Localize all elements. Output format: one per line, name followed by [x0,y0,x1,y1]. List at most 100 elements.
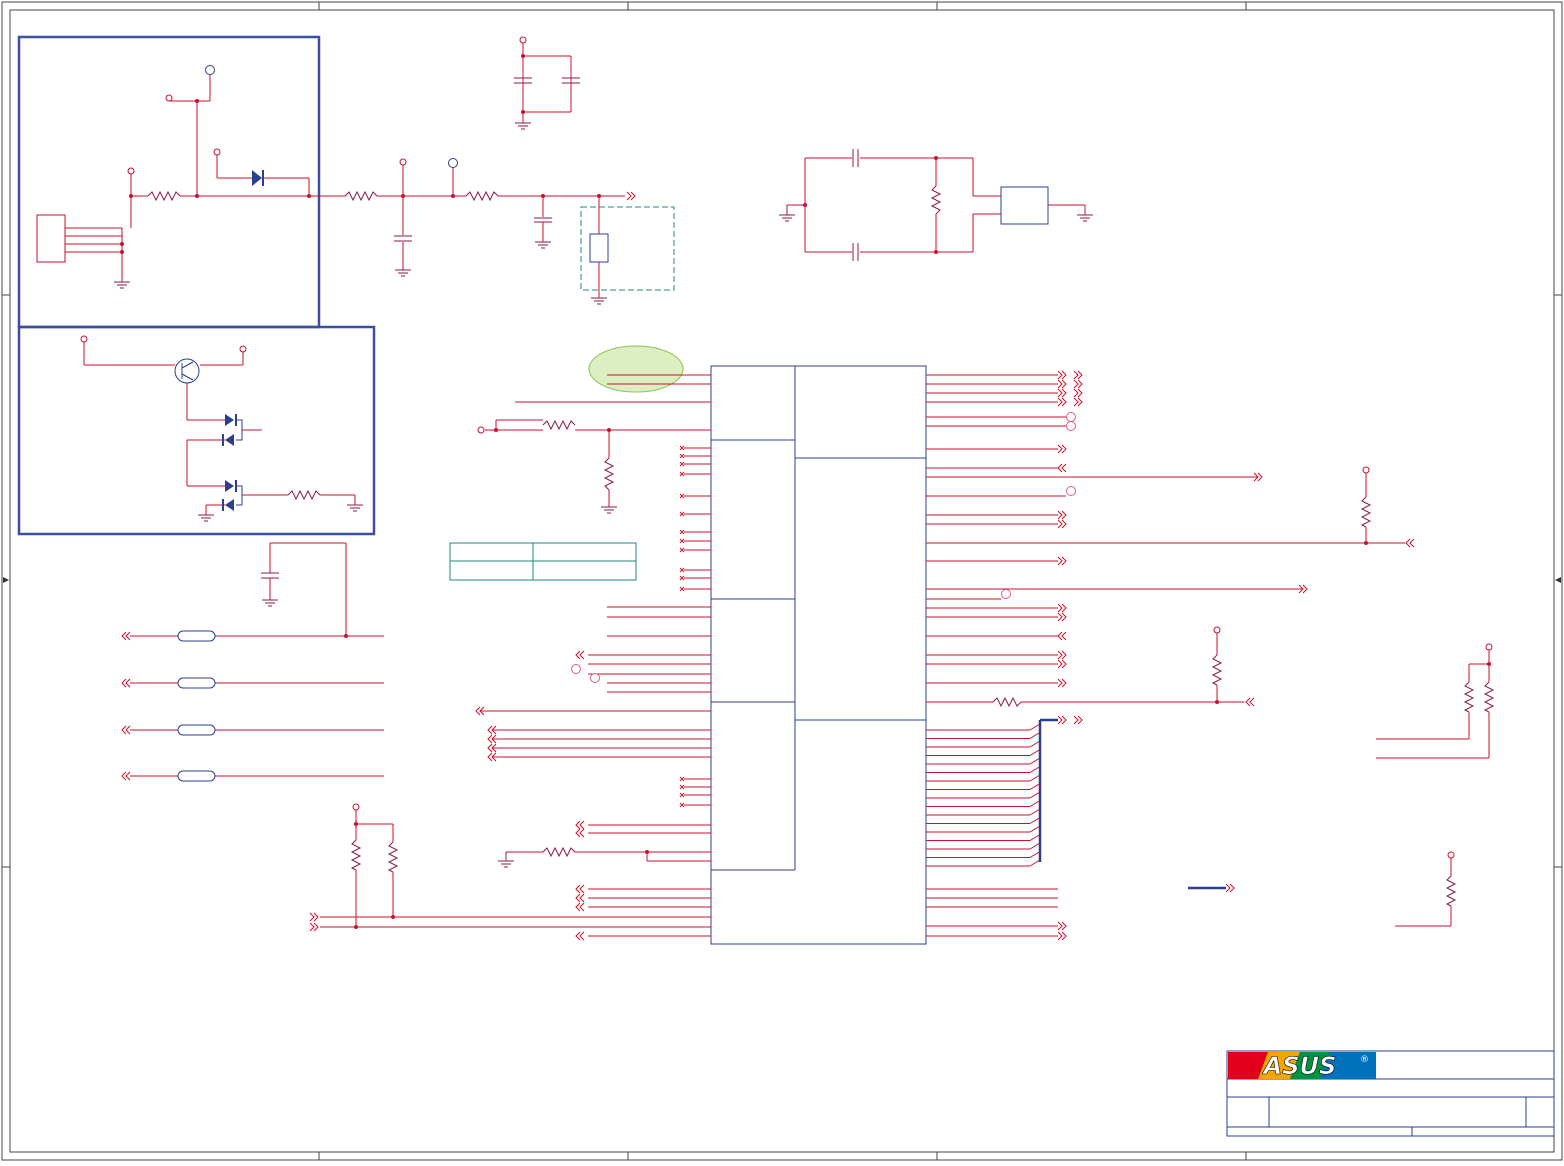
offpage-connector-icon [1057,556,1063,566]
bus-entry [1029,783,1041,790]
offpage-connector-icon [579,884,585,894]
highlight-annotation [588,345,684,393]
resistor-icon [603,457,615,491]
resistor-icon [542,846,576,858]
offpage-connector-icon [1057,388,1063,398]
bus-entry [1029,842,1041,850]
offpage-connector-icon [579,893,585,903]
capacitor-icon [514,77,580,84]
offpage-connector-icon [1061,631,1067,641]
transistor-icon [174,358,200,384]
ic-right-pins [926,370,1083,941]
ferrite-bead-icon [177,770,216,782]
resistor-icon [147,190,181,202]
title-block: ASUS ® [1226,1050,1555,1137]
config-table [449,542,637,581]
capacitor-icon [394,217,552,242]
offpage-connector-icon [309,912,319,932]
offpage-connector-icon [1057,510,1063,520]
resistor-icon [930,185,942,215]
diode-icon [252,170,264,186]
resistor-icon [1483,681,1495,713]
offpage-connector-icon [1073,388,1079,398]
bus-entry [1029,817,1041,824]
ferrite-bead-icon [177,724,216,736]
bus-entry [1029,791,1041,799]
offpage-connector-icon [1061,463,1067,473]
bus-entry [1029,851,1041,858]
bus-entry [1029,774,1041,782]
test-point-icon [448,158,458,168]
sheet-border [1,1,1563,1161]
offpage-connector-icon [1057,397,1063,407]
power-rail-icon [399,158,407,166]
right-side-nets [571,412,1495,927]
offpage-connector-icon [1057,921,1063,931]
bus-entry [1029,834,1041,841]
bus-entry [1029,800,1041,807]
ground-icon [601,506,617,514]
power-rail-icon [80,335,247,353]
test-point-icon [205,65,215,75]
offpage-connector-icon [579,902,585,912]
resistor-icon [344,190,378,202]
offpage-connector-icon [1057,659,1063,669]
offpage-connector-icon [1057,715,1063,725]
bus-entry [1029,825,1041,833]
power-rail-icon [519,36,527,44]
resistor-icon [465,190,499,202]
bottom-left-pullups [309,803,711,932]
offpage-connector-icon [579,820,585,830]
ic-left-pins [475,374,711,941]
ferrite-bead-icon [177,630,216,642]
resistor-icon [1211,654,1223,686]
teal-dashed-box [580,206,675,291]
bus-entry [1029,740,1041,748]
resistor-icon [387,841,399,873]
offpage-connector-icon [1057,678,1063,688]
ic-bus-pins [926,715,1083,867]
offpage-connector-icon [579,931,585,941]
schematic-drawing: ASUS ® [1,1,1563,1161]
power-rail-icon [1213,466,1493,859]
offpage-connector-icon [1057,931,1063,941]
offpage-connector-icon [1073,379,1079,389]
filter-chain [340,158,675,305]
zone-arrow-markers [3,577,1561,583]
bus-entry [1029,732,1041,739]
bus-entry [1029,808,1041,816]
schematic-sheet: ASUS ® [0,0,1564,1162]
capacitor-icon [852,149,859,261]
ferrite-bead-icon [177,677,216,689]
offpage-connector-icon [1057,603,1063,613]
transistor-protection-block [17,325,376,536]
test-point-icon [571,412,1076,683]
offpage-connector-icon [626,191,636,201]
offpage-connector-icon [125,725,131,735]
capacitor-icon [261,572,279,579]
ground-icon [395,241,607,305]
main-ic-symbol [710,365,927,945]
resistor-icon [287,489,321,501]
resistor-icon [1360,496,1372,528]
offpage-connector-icon [125,771,131,781]
ground-icon [114,281,130,289]
decoupling-capacitors [514,36,580,130]
resistor-icon [350,839,362,871]
fuse-component [589,233,609,263]
bus-entry [1029,766,1041,773]
offpage-connector-icon [125,678,131,688]
crystal-oscillator [779,149,1093,261]
offpage-connector-icon [1073,715,1079,725]
bus-entry [1029,859,1041,867]
offpage-connector-icon [1057,444,1063,454]
offpage-connector-icon [579,650,585,660]
offpage-connector-icon [1057,379,1063,389]
offpage-connector-icon [579,828,585,838]
bus-entry [1029,757,1041,765]
ground-icon [262,599,278,607]
resistor-icon [992,696,1022,708]
bus-entry [1029,749,1041,756]
power-input-block [17,35,340,329]
resistor-icon [1445,875,1457,907]
